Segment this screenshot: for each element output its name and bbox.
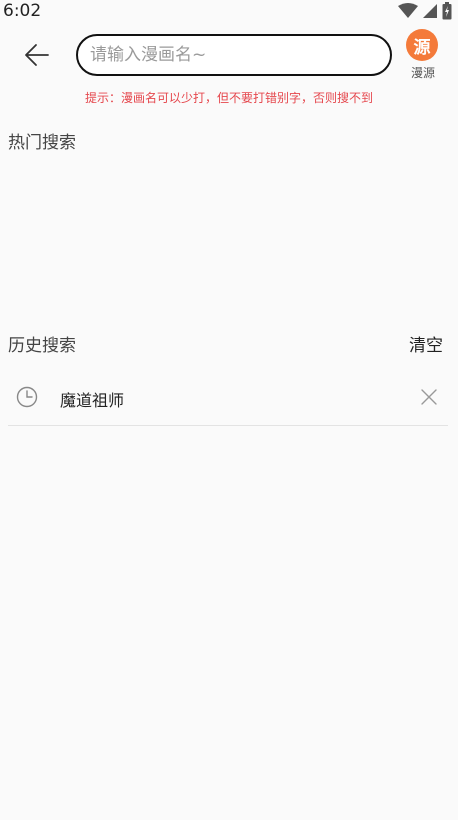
status-icons [398, 2, 452, 24]
clock-icon [16, 386, 38, 408]
source-icon: 源 [406, 29, 438, 61]
battery-icon [442, 2, 452, 24]
history-item[interactable]: 魔道祖师 [8, 370, 448, 426]
search-hint: 提示：漫画名可以少打，但不要打错别字，否则搜不到 [84, 91, 373, 105]
search-input[interactable] [78, 36, 390, 74]
history-search-title: 历史搜索 [8, 336, 76, 356]
back-button[interactable] [20, 40, 54, 70]
hot-search-title: 热门搜索 [8, 133, 76, 153]
wifi-icon [398, 3, 418, 23]
search-page: 6:02 源 漫源 [0, 0, 458, 820]
source-button[interactable]: 源 漫源 [404, 29, 442, 81]
status-bar: 6:02 [0, 0, 458, 24]
close-icon[interactable] [420, 388, 438, 406]
status-time: 6:02 [3, 1, 42, 21]
back-arrow-icon [25, 44, 49, 66]
history-item-label: 魔道祖师 [60, 391, 125, 410]
clear-history-button[interactable]: 清空 [409, 331, 443, 356]
search-box [76, 34, 392, 76]
history-list: 魔道祖师 [8, 370, 448, 426]
source-label: 漫源 [410, 66, 435, 80]
cellular-signal-icon [422, 3, 438, 23]
